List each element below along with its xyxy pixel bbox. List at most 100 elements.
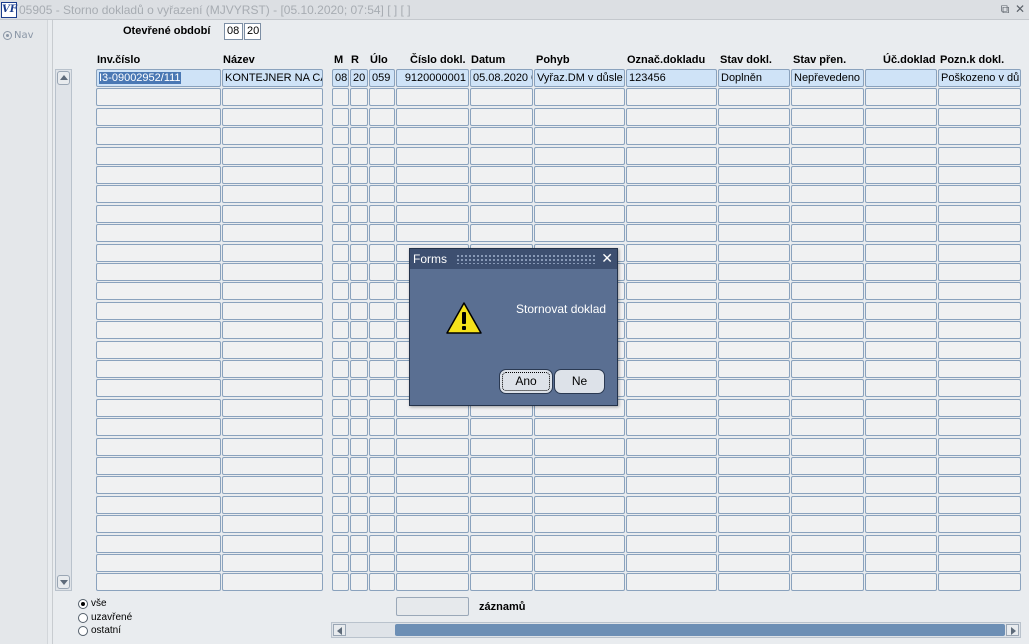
cell-stav-pren[interactable] (791, 282, 864, 300)
cell-stav-pren[interactable] (791, 263, 864, 281)
cell-stav-dokl[interactable] (718, 418, 790, 436)
cell-oznac-dokladu[interactable] (626, 554, 717, 572)
cell-inv-cislo[interactable] (96, 224, 221, 242)
cell-stav-pren[interactable] (791, 399, 864, 417)
cell-oznac-dokladu[interactable] (626, 399, 717, 417)
cell-r[interactable] (350, 399, 368, 417)
cell-cislo-dokl[interactable] (396, 418, 469, 436)
cell-r[interactable] (350, 108, 368, 126)
no-button[interactable]: Ne (554, 369, 605, 394)
cell-r[interactable] (350, 379, 368, 397)
cell-stav-pren[interactable] (791, 457, 864, 475)
cell-r[interactable] (350, 263, 368, 281)
cell-nazev[interactable] (222, 205, 323, 223)
cell-stav-dokl[interactable] (718, 360, 790, 378)
cell-pozn[interactable] (938, 438, 1021, 456)
cell-pozn[interactable] (938, 147, 1021, 165)
cell-ulo[interactable] (369, 438, 395, 456)
cell-cislo-dokl[interactable] (396, 476, 469, 494)
cell-nazev[interactable] (222, 244, 323, 262)
cell-nazev[interactable] (222, 496, 323, 514)
vertical-scrollbar[interactable] (55, 69, 72, 591)
cell-oznac-dokladu[interactable] (626, 573, 717, 591)
cell-inv-cislo[interactable] (96, 302, 221, 320)
cell-cislo-dokl[interactable] (396, 108, 469, 126)
cell-pohyb[interactable] (534, 185, 625, 203)
dialog-titlebar[interactable]: Forms ✕ (410, 249, 617, 269)
cell-m[interactable] (332, 535, 349, 553)
cell-m[interactable] (332, 321, 349, 339)
cell-stav-dokl[interactable] (718, 205, 790, 223)
cell-oznac-dokladu[interactable] (626, 166, 717, 184)
cell-pohyb[interactable] (534, 418, 625, 436)
cell-pohyb[interactable] (534, 147, 625, 165)
cell-ulo[interactable] (369, 341, 395, 359)
cell-inv-cislo[interactable] (96, 166, 221, 184)
cell-stav-pren[interactable] (791, 379, 864, 397)
cell-stav-dokl[interactable] (718, 302, 790, 320)
cell-stav-dokl[interactable] (718, 282, 790, 300)
cell-uc-doklad[interactable] (865, 282, 937, 300)
cell-uc-doklad[interactable] (865, 457, 937, 475)
cell-cislo-dokl[interactable] (396, 554, 469, 572)
cell-ulo[interactable] (369, 282, 395, 300)
cell-stav-pren[interactable] (791, 147, 864, 165)
cell-inv-cislo[interactable] (96, 535, 221, 553)
cell-nazev[interactable] (222, 418, 323, 436)
cell-stav-pren[interactable] (791, 108, 864, 126)
cell-stav-dokl[interactable] (718, 554, 790, 572)
cell-stav-dokl[interactable] (718, 341, 790, 359)
cell-datum[interactable] (470, 185, 533, 203)
cell-uc-doklad[interactable] (865, 108, 937, 126)
cell-inv-cislo[interactable] (96, 244, 221, 262)
cell-m[interactable] (332, 147, 349, 165)
cell-inv-cislo[interactable] (96, 438, 221, 456)
cell-inv-cislo[interactable] (96, 321, 221, 339)
cell-pozn[interactable] (938, 205, 1021, 223)
cell-uc-doklad[interactable] (865, 127, 937, 145)
cell-pohyb[interactable] (534, 535, 625, 553)
cell-datum[interactable] (470, 476, 533, 494)
cell-pozn[interactable] (938, 244, 1021, 262)
cell-stav-pren[interactable] (791, 166, 864, 184)
cell-inv-cislo[interactable] (96, 418, 221, 436)
cell-pohyb[interactable] (534, 554, 625, 572)
cell-uc-doklad[interactable] (865, 244, 937, 262)
period-year-field[interactable]: 20 (244, 23, 261, 40)
cell-pohyb[interactable] (534, 457, 625, 475)
cell-cislo-dokl[interactable] (396, 496, 469, 514)
cell-nazev[interactable] (222, 88, 323, 106)
cell-ulo[interactable]: 059 (369, 69, 395, 87)
cell-stav-pren[interactable] (791, 418, 864, 436)
cell-datum[interactable] (470, 515, 533, 533)
nav-item[interactable]: Nav (3, 30, 34, 41)
cell-inv-cislo[interactable] (96, 457, 221, 475)
cell-nazev[interactable] (222, 399, 323, 417)
cell-nazev[interactable] (222, 438, 323, 456)
cell-m[interactable] (332, 127, 349, 145)
cell-uc-doklad[interactable] (865, 418, 937, 436)
cell-stav-pren[interactable] (791, 573, 864, 591)
dialog-close-button[interactable]: ✕ (601, 250, 613, 268)
cell-r[interactable] (350, 302, 368, 320)
cell-pozn[interactable] (938, 224, 1021, 242)
cell-m[interactable] (332, 185, 349, 203)
cell-ulo[interactable] (369, 554, 395, 572)
cell-uc-doklad[interactable] (865, 88, 937, 106)
cell-datum[interactable] (470, 224, 533, 242)
cell-inv-cislo[interactable] (96, 379, 221, 397)
cell-nazev[interactable] (222, 515, 323, 533)
cell-uc-doklad[interactable] (865, 438, 937, 456)
cell-pozn[interactable]: Poškozeno v dů (938, 69, 1021, 87)
cell-m[interactable] (332, 379, 349, 397)
cell-m[interactable] (332, 302, 349, 320)
cell-ulo[interactable] (369, 457, 395, 475)
cell-oznac-dokladu[interactable] (626, 438, 717, 456)
cell-ulo[interactable] (369, 379, 395, 397)
cell-stav-pren[interactable] (791, 360, 864, 378)
cell-m[interactable] (332, 476, 349, 494)
cell-pohyb[interactable] (534, 573, 625, 591)
cell-datum[interactable] (470, 554, 533, 572)
cell-stav-dokl[interactable] (718, 476, 790, 494)
cell-r[interactable] (350, 457, 368, 475)
